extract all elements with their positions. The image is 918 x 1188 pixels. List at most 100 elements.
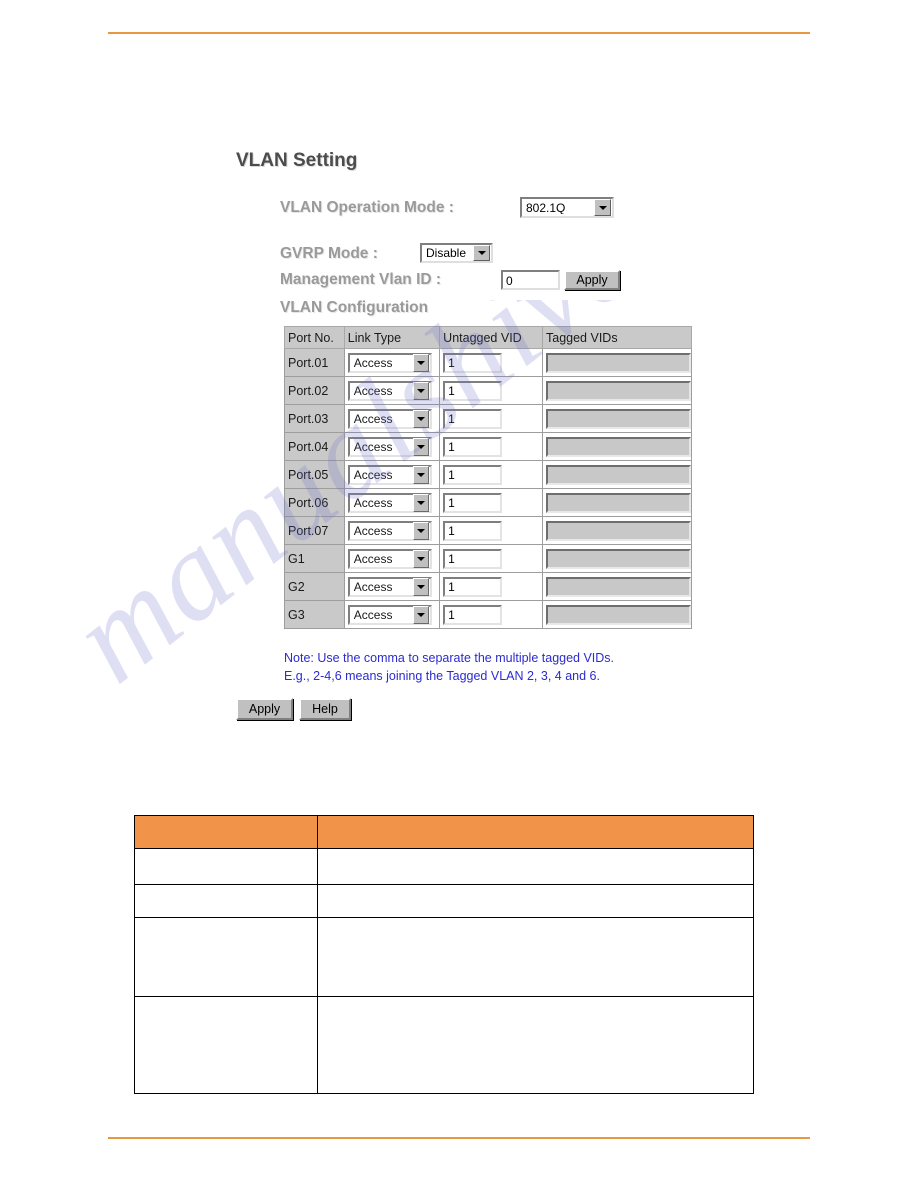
cell-port-no: Port.01 (284, 348, 345, 377)
cell-tagged-vids (542, 516, 692, 545)
management-vlan-id-label: Management Vlan ID : (280, 271, 442, 288)
cell-untagged-vid: 1 (439, 432, 543, 461)
tagged-vids-note: Note: Use the comma to separate the mult… (284, 649, 614, 685)
tagged-vids-input[interactable] (546, 352, 691, 373)
description-value (317, 917, 754, 997)
table-row: Port.03 Access 1 (284, 404, 692, 433)
link-type-select[interactable]: Access (347, 464, 432, 485)
cell-untagged-vid: 1 (439, 376, 543, 405)
untagged-vid-input[interactable]: 1 (443, 436, 503, 457)
link-type-value: Access (353, 551, 393, 566)
chevron-down-icon[interactable] (412, 577, 429, 596)
link-type-value: Access (353, 579, 393, 594)
gvrp-mode-value: Disable (426, 247, 467, 259)
link-type-select[interactable]: Access (347, 548, 432, 569)
management-vlan-id-input[interactable]: 0 (501, 270, 560, 290)
chevron-down-icon[interactable] (412, 409, 429, 428)
column-header-untagged-vid: Untagged VID (439, 326, 543, 349)
tagged-vids-input[interactable] (546, 548, 691, 569)
untagged-vid-input[interactable]: 1 (443, 352, 503, 373)
note-line-1: Note: Use the comma to separate the mult… (284, 651, 615, 665)
cell-untagged-vid: 1 (439, 544, 543, 573)
page-title: VLAN Setting (236, 150, 358, 171)
untagged-vid-input[interactable]: 1 (443, 380, 503, 401)
description-table (134, 815, 754, 1094)
vlan-configuration-table: Port No. Link Type Untagged VID Tagged V… (284, 326, 692, 629)
description-row (134, 996, 754, 1094)
help-button[interactable]: Help (299, 698, 351, 720)
untagged-vid-input[interactable]: 1 (443, 492, 503, 513)
description-key (134, 996, 318, 1094)
chevron-down-icon[interactable] (594, 199, 611, 216)
description-header-key (134, 815, 318, 849)
cell-tagged-vids (542, 376, 692, 405)
link-type-select[interactable]: Access (347, 576, 432, 597)
chevron-down-icon[interactable] (412, 381, 429, 400)
chevron-down-icon[interactable] (412, 353, 429, 372)
vlan-operation-mode-value: 802.1Q (526, 201, 566, 214)
chevron-down-icon[interactable] (412, 521, 429, 540)
apply-button[interactable]: Apply (236, 698, 293, 720)
chevron-down-icon[interactable] (412, 605, 429, 624)
cell-untagged-vid: 1 (439, 600, 543, 629)
gvrp-mode-label: GVRP Mode : (280, 245, 378, 262)
untagged-vid-input[interactable]: 1 (443, 576, 503, 597)
vlan-operation-mode-select[interactable]: 802.1Q (520, 197, 614, 218)
description-key (134, 884, 318, 918)
chevron-down-icon[interactable] (473, 245, 490, 261)
link-type-select[interactable]: Access (347, 380, 432, 401)
cell-link-type: Access (343, 488, 441, 517)
description-value (317, 996, 754, 1094)
column-header-link-type: Link Type (343, 326, 441, 349)
untagged-vid-input[interactable]: 1 (443, 464, 503, 485)
description-row (134, 917, 754, 997)
chevron-down-icon[interactable] (412, 465, 429, 484)
link-type-value: Access (353, 411, 393, 426)
cell-link-type: Access (343, 432, 441, 461)
cell-untagged-vid: 1 (439, 460, 543, 489)
chevron-down-icon[interactable] (412, 493, 429, 512)
table-row: Port.02 Access 1 (284, 376, 692, 405)
apply-management-vlan-button[interactable]: Apply (564, 270, 620, 290)
cell-tagged-vids (542, 544, 692, 573)
cell-port-no: Port.07 (284, 516, 345, 545)
link-type-select[interactable]: Access (347, 352, 432, 373)
description-value (317, 848, 754, 885)
tagged-vids-input[interactable] (546, 492, 691, 513)
cell-port-no: Port.02 (284, 376, 345, 405)
chevron-down-icon[interactable] (412, 549, 429, 568)
untagged-vid-input[interactable]: 1 (443, 520, 503, 541)
link-type-select[interactable]: Access (347, 604, 432, 625)
untagged-vid-input[interactable]: 1 (443, 604, 503, 625)
cell-link-type: Access (343, 572, 441, 601)
tagged-vids-input[interactable] (546, 408, 691, 429)
link-type-select[interactable]: Access (347, 492, 432, 513)
tagged-vids-input[interactable] (546, 464, 691, 485)
link-type-select[interactable]: Access (347, 436, 432, 457)
tagged-vids-input[interactable] (546, 520, 691, 541)
link-type-value: Access (353, 467, 393, 482)
gvrp-mode-select[interactable]: Disable (420, 243, 493, 263)
tagged-vids-input[interactable] (546, 380, 691, 401)
vlan-setting-screenshot: VLAN Setting VLAN Operation Mode : 802.1… (0, 0, 918, 790)
untagged-vid-input[interactable]: 1 (443, 548, 503, 569)
cell-untagged-vid: 1 (439, 404, 543, 433)
description-key (134, 917, 318, 997)
cell-link-type: Access (343, 376, 441, 405)
tagged-vids-input[interactable] (546, 576, 691, 597)
untagged-vid-input[interactable]: 1 (443, 408, 503, 429)
chevron-down-icon[interactable] (412, 437, 429, 456)
tagged-vids-input[interactable] (546, 436, 691, 457)
link-type-value: Access (353, 383, 393, 398)
link-type-value: Access (353, 439, 393, 454)
link-type-select[interactable]: Access (347, 520, 432, 541)
table-header-row: Port No. Link Type Untagged VID Tagged V… (284, 326, 692, 349)
description-row (134, 848, 754, 885)
cell-tagged-vids (542, 600, 692, 629)
link-type-value: Access (353, 355, 393, 370)
link-type-select[interactable]: Access (347, 408, 432, 429)
tagged-vids-input[interactable] (546, 604, 691, 625)
description-key (134, 848, 318, 885)
cell-untagged-vid: 1 (439, 348, 543, 377)
cell-untagged-vid: 1 (439, 516, 543, 545)
